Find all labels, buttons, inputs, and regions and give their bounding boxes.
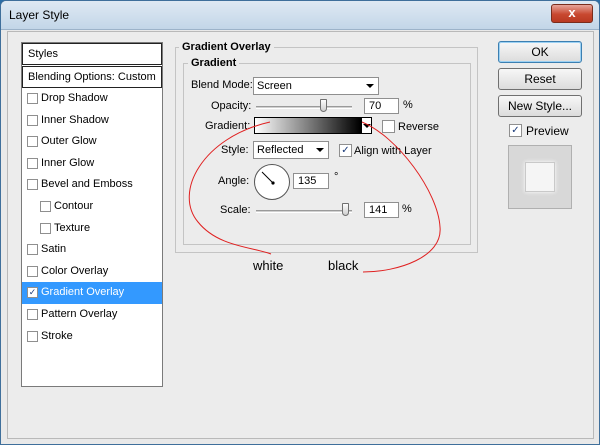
angle-input[interactable]: 135 [293,173,329,189]
blending-options-item[interactable]: Blending Options: Custom [22,66,162,88]
style-item-checkbox[interactable] [27,136,38,148]
scale-input[interactable]: 141 [364,202,399,218]
style-item[interactable]: Pattern Overlay [22,304,162,326]
style-item-checkbox[interactable] [27,308,38,320]
style-item[interactable]: Inner Glow [22,153,162,175]
angle-dial[interactable] [254,164,290,200]
style-label: Style: [221,144,249,156]
scale-slider-thumb[interactable] [342,203,349,216]
style-item-label: Drop Shadow [41,92,108,104]
scale-label: Scale: [220,204,251,216]
style-item[interactable]: Texture [22,218,162,240]
blend-mode-select[interactable]: Screen [253,77,379,95]
style-item[interactable]: Color Overlay [22,261,162,283]
style-item-label: Satin [41,243,67,256]
style-item-checkbox[interactable] [27,93,38,104]
layer-style-dialog: Layer Style x Styles Blending Options: C… [0,0,600,445]
style-item-label: Contour [54,199,94,212]
gradient-picker-button[interactable] [361,117,372,134]
style-item[interactable]: Stroke [22,326,162,348]
style-item-checkbox[interactable] [27,179,38,191]
window-title: Layer Style [9,8,70,22]
style-item-checkbox[interactable] [27,114,38,126]
reverse-checkbox[interactable] [382,120,395,133]
blend-mode-value: Screen [257,80,292,92]
style-item-label: Bevel and Emboss [41,178,133,191]
style-item-checkbox[interactable] [40,222,51,234]
style-item-label: Stroke [41,329,73,342]
scale-unit: % [402,203,412,215]
scale-slider-track[interactable] [256,210,352,213]
angle-unit: ° [334,171,339,183]
chevron-down-icon [363,124,371,128]
gradient-group-title: Gradient [188,57,240,69]
angle-indicator-icon [261,171,275,185]
preview-swatch [525,162,555,192]
opacity-label: Opacity: [211,100,252,112]
style-item[interactable]: ✓ Gradient Overlay [22,282,162,304]
styles-list: Styles Blending Options: Custom Drop Sha… [21,42,163,387]
style-item-checkbox[interactable] [40,200,51,212]
title-bar[interactable]: Layer Style x [1,1,599,30]
style-item-checkbox[interactable]: ✓ [27,287,38,299]
align-with-layer-label: Align with Layer [354,145,432,157]
style-value: Reflected [257,144,304,156]
style-item-checkbox[interactable] [27,265,38,277]
preview-checkbox[interactable]: ✓ [509,124,522,137]
preview-label: Preview [526,124,569,138]
style-item-checkbox[interactable] [27,244,38,256]
gradient-label: Gradient: [205,120,251,132]
style-item-label: Color Overlay [41,264,109,277]
style-item-checkbox[interactable] [27,157,38,169]
style-item[interactable]: Outer Glow [22,131,162,153]
opacity-unit: % [403,99,413,111]
opacity-slider-thumb[interactable] [320,99,327,112]
gradient-swatch[interactable] [254,117,361,134]
style-item[interactable]: Contour [22,196,162,218]
style-item[interactable]: Drop Shadow [22,88,162,110]
annotation-white: white [253,258,284,273]
close-button[interactable]: x [551,4,593,23]
annotation-black: black [328,258,359,273]
style-item-checkbox[interactable] [27,330,38,342]
chevron-down-icon [316,148,324,152]
style-item-label: Texture [54,221,91,234]
style-item-label: Inner Glow [41,156,95,169]
style-item-label: Gradient Overlay [41,286,125,299]
ok-button[interactable]: OK [498,41,582,63]
style-item[interactable]: Bevel and Emboss [22,174,162,196]
angle-label: Angle: [218,175,250,187]
chevron-down-icon [366,84,374,88]
dialog-body: Styles Blending Options: Custom Drop Sha… [7,31,594,439]
style-item-label: Outer Glow [41,135,97,148]
opacity-slider-track[interactable] [256,106,352,109]
gradient-overlay-title: Gradient Overlay [179,41,274,53]
style-item[interactable]: Inner Shadow [22,110,162,132]
reverse-label: Reverse [398,121,439,133]
new-style-button[interactable]: New Style... [498,95,582,117]
reset-button[interactable]: Reset [498,68,582,90]
style-item-label: Inner Shadow [41,113,109,126]
style-item-label: Pattern Overlay [41,307,118,320]
opacity-input[interactable]: 70 [364,98,399,114]
align-with-layer-checkbox[interactable]: ✓ [339,144,352,157]
styles-header[interactable]: Styles [22,43,162,65]
style-item[interactable]: Satin [22,239,162,261]
style-select[interactable]: Reflected [253,141,329,159]
blend-mode-label: Blend Mode: [191,79,253,91]
style-preview-thumbnail [508,145,572,209]
